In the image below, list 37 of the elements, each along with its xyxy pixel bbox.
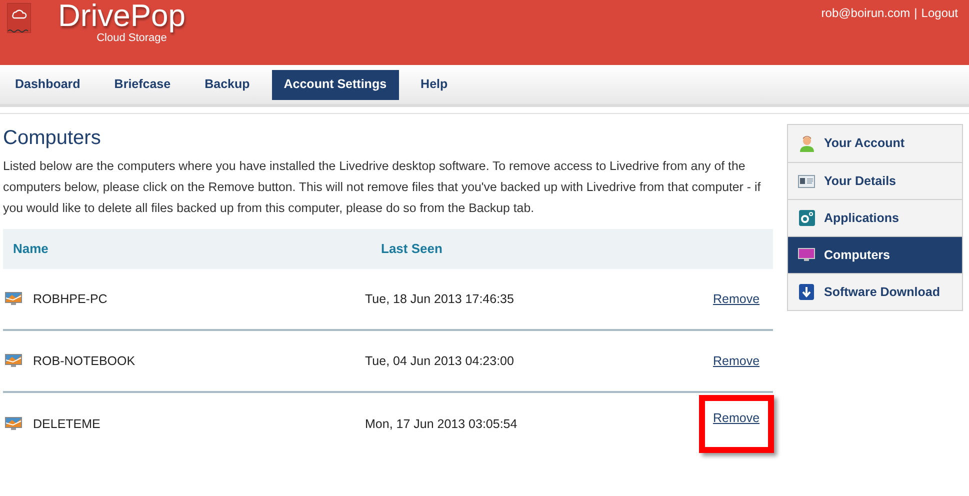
logo-icon [7,3,31,33]
id-card-icon [798,174,815,188]
person-icon [800,136,814,152]
gear-icon [798,210,814,226]
nav-tab[interactable]: Account Settings [272,70,399,100]
column-header: Last Seen [381,240,442,258]
last-seen: Tue, 18 Jun 2013 17:46:35 [365,290,515,308]
nav-tab[interactable]: Briefcase [102,70,183,100]
remove-link[interactable]: Remove [713,290,760,308]
page-title: Computers [3,126,102,150]
computer-name: DELETEME [33,416,102,433]
nav-tab[interactable]: Dashboard [3,70,92,100]
monitor-icon [798,248,815,262]
sidebar-item[interactable]: Your Details [788,162,962,199]
brand-name: DrivePop [58,0,186,32]
monitor-icon [5,292,22,306]
computer-name: ROBHPE-PC [33,290,108,308]
monitor-icon [5,417,22,431]
tagline: Cloud Storage [96,32,167,44]
user-email: rob@boirun.com [821,5,910,22]
computer-name: ROB-NOTEBOOK [33,352,136,370]
last-seen: Tue, 04 Jun 2013 04:23:00 [365,352,515,370]
sidebar-item[interactable]: Software Download [788,273,962,310]
nav-tab[interactable]: Backup [192,70,262,100]
sidebar-item[interactable]: Your Account [788,125,962,162]
nav-tab[interactable]: Help [408,70,460,100]
remove-link[interactable]: Remove [699,394,774,454]
monitor-icon [5,354,22,368]
sidebar-item[interactable]: Computers [788,236,962,273]
remove-link[interactable]: Remove [713,352,760,370]
logout-link[interactable]: Logout [921,4,958,22]
sidebar-item[interactable]: Applications [788,199,962,236]
separator: | [914,5,918,22]
download-icon [799,284,814,300]
column-header: Name [13,240,50,258]
last-seen: Mon, 17 Jun 2013 03:05:54 [365,416,518,433]
description: Listed below are the computers where you have installed the Livedrive desktop software. To remove access to Livedrive from any of the computers below, please click on the Remove button. This will not remove files that you've backed up with Livedrive from that computer - if you would like to delete all files backed up from this computer, please do so from the Backup tab. [3,158,762,217]
